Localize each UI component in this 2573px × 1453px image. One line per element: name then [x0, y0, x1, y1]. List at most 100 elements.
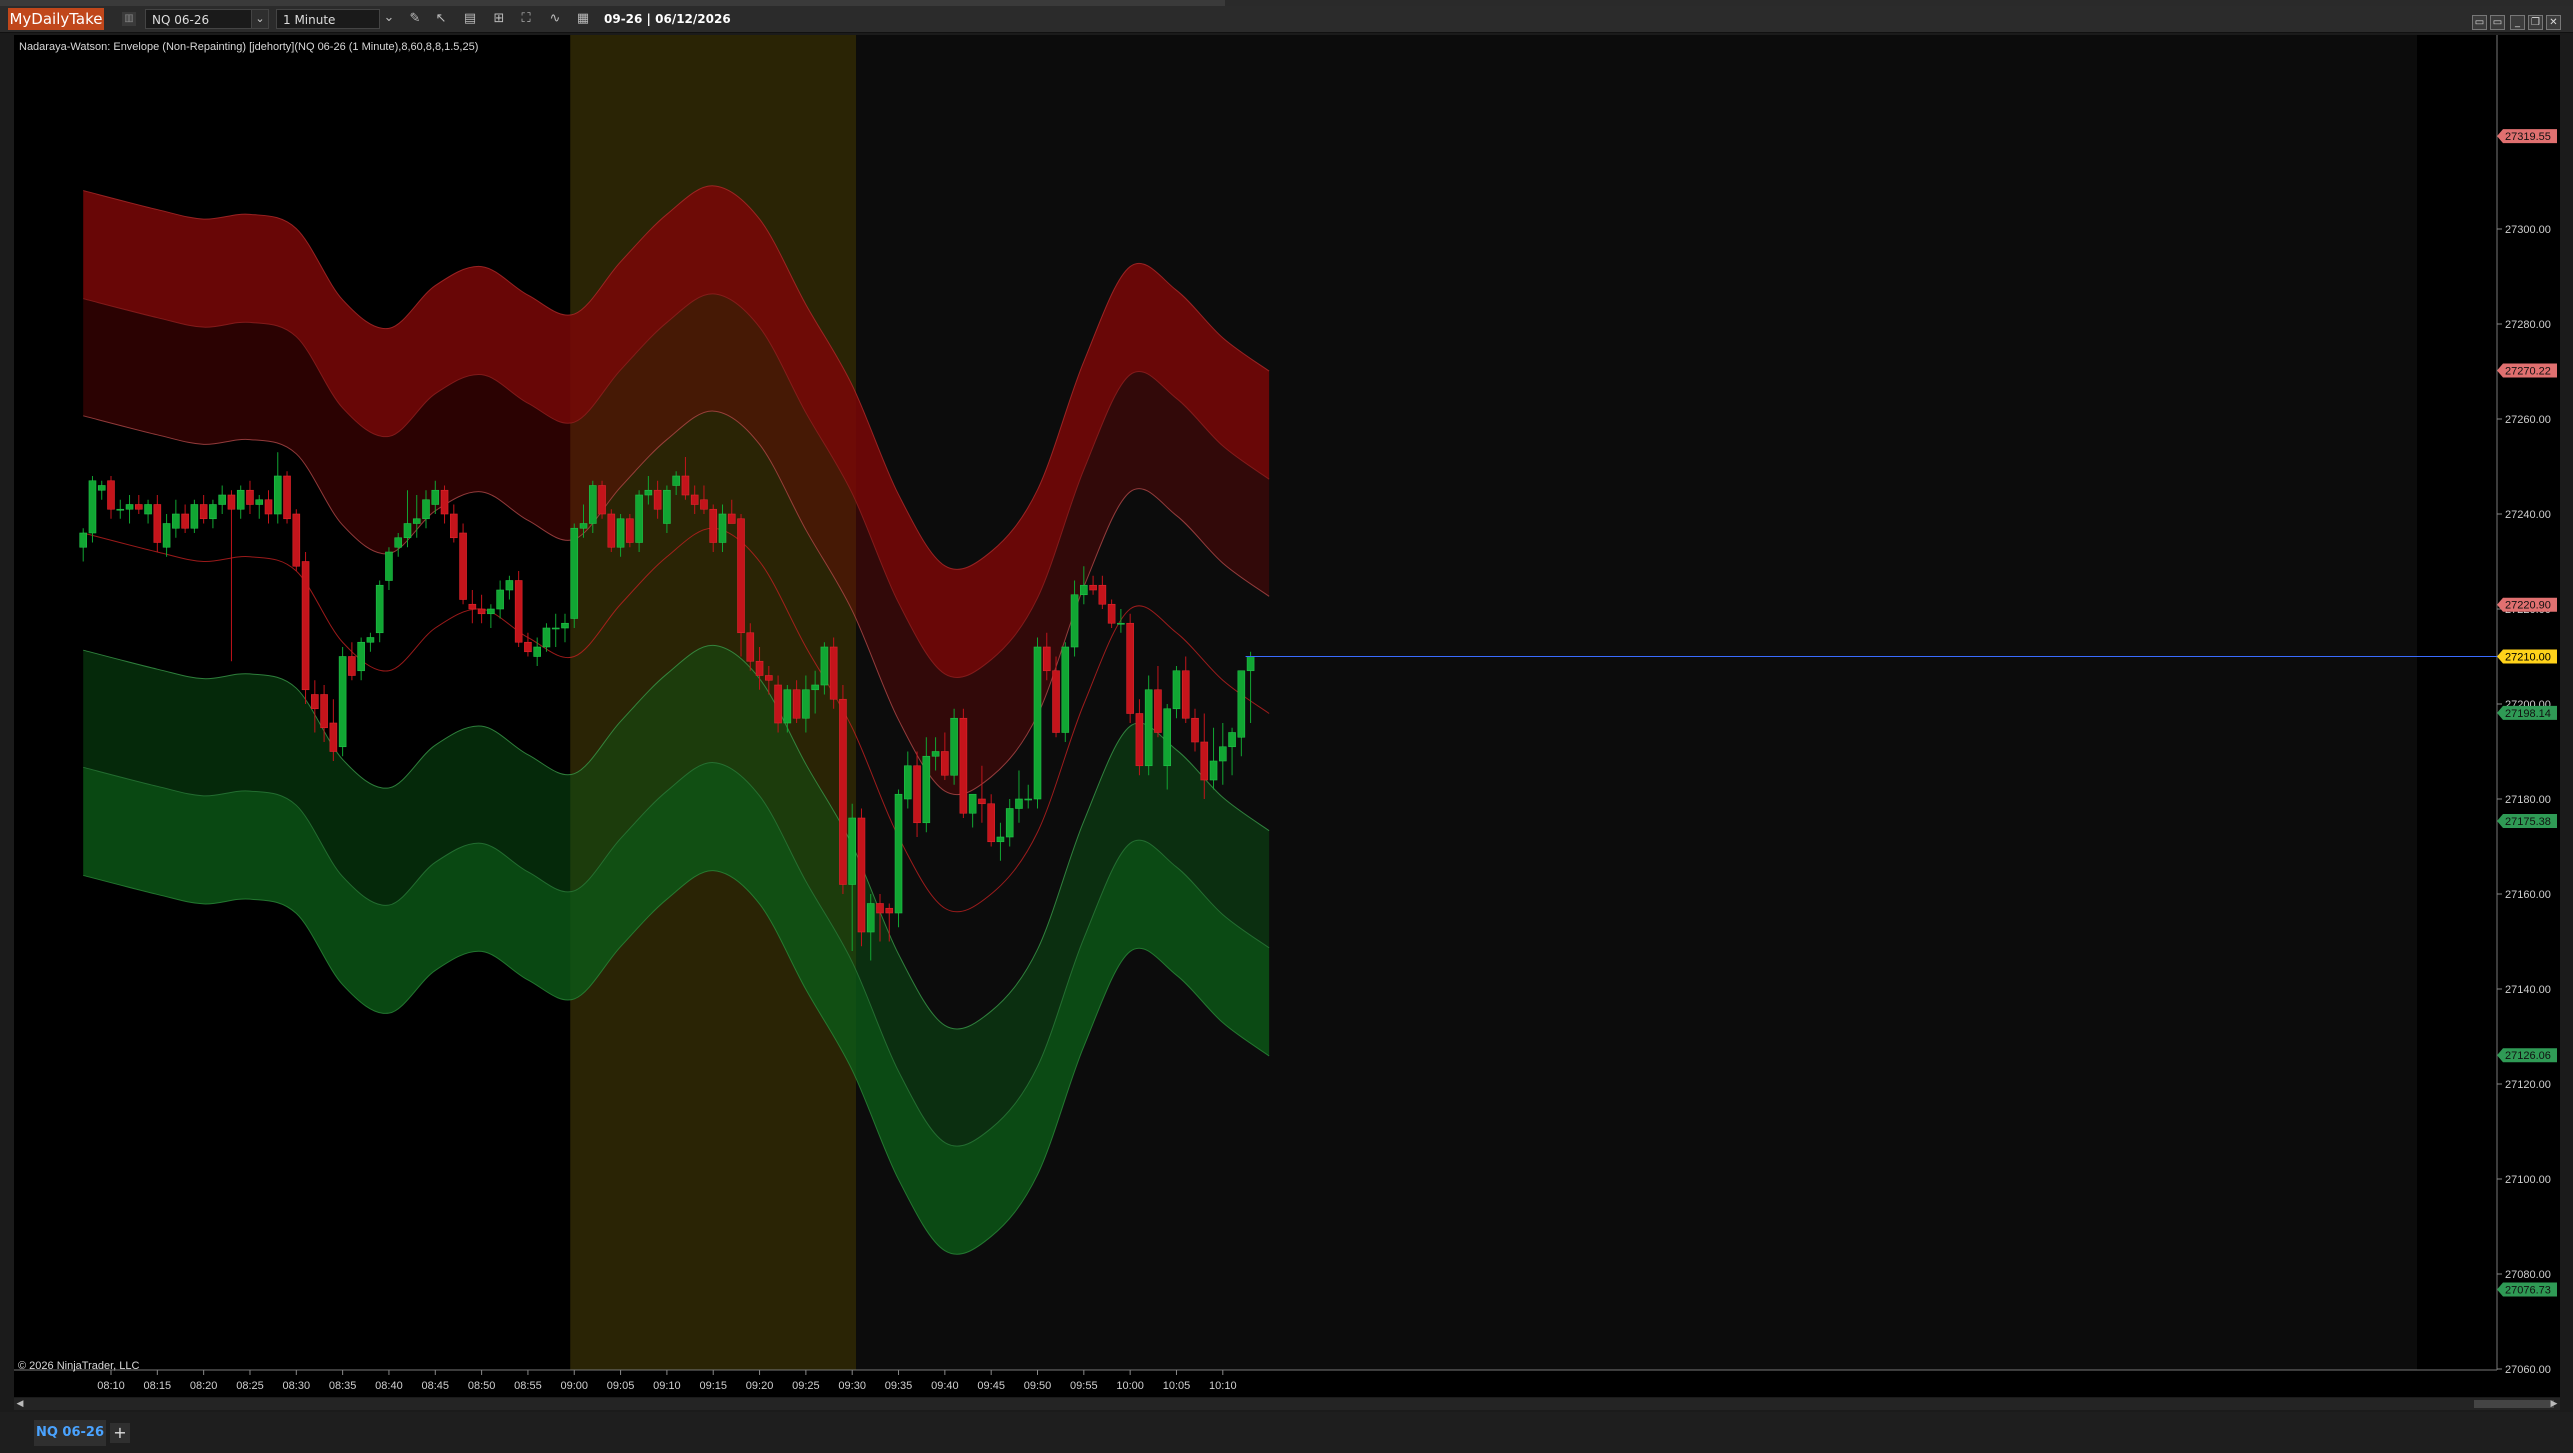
candle-body	[876, 903, 884, 914]
time-tick-label: 08:25	[236, 1380, 264, 1392]
link-icon[interactable]: ▥	[122, 12, 136, 26]
candle-body	[561, 622, 569, 629]
instrument-selector[interactable]: NQ 06-26	[145, 9, 252, 29]
tab-instrument[interactable]: NQ 06-26	[34, 1420, 106, 1446]
chart-style-icon[interactable]: ⊞	[490, 11, 508, 27]
time-tick-label: 10:00	[1116, 1380, 1144, 1392]
candle-body	[329, 722, 338, 752]
price-tick-label: 27280.00	[2505, 319, 2551, 331]
price-chart[interactable]: 27060.00 27080.00 27100.00 27120.00 27140.00…	[14, 35, 2560, 1397]
price-marker-label: 27126.06	[2505, 1050, 2551, 1062]
candle-body	[1033, 646, 1042, 800]
candle-body	[866, 903, 875, 933]
candle-body	[1061, 646, 1070, 733]
candle-body	[598, 485, 606, 515]
candle-body	[311, 694, 319, 710]
candle-body	[663, 489, 671, 524]
price-tick-label: 27140.00	[2505, 984, 2551, 996]
time-tick-label: 09:30	[838, 1380, 866, 1392]
candle-body	[1209, 760, 1218, 781]
chart-toolbar: MyDailyTake ▥ NQ 06-26 ⌄ 1 Minute ⌄ ✎ ↖ …	[0, 6, 2573, 33]
candle-body	[894, 793, 903, 914]
candle-body	[533, 646, 541, 657]
layout-icon[interactable]: ▭	[2472, 15, 2487, 30]
tile-icon[interactable]: ▭	[2490, 15, 2505, 30]
candle-body	[811, 684, 819, 691]
candle-body	[774, 684, 782, 724]
price-marker: 27220.90	[2497, 597, 2557, 612]
candle-body	[1246, 656, 1255, 672]
candle-body	[1107, 603, 1116, 624]
candle-body	[431, 489, 440, 505]
properties-icon[interactable]: ▦	[574, 11, 592, 27]
candle-body	[792, 689, 801, 719]
interval-selector[interactable]: 1 Minute	[276, 9, 380, 29]
pointer-icon[interactable]: ↖	[432, 11, 450, 27]
time-tick-label: 09:45	[977, 1380, 1005, 1392]
minimize-icon[interactable]: _	[2510, 15, 2525, 30]
instrument-dropdown-chevron-icon[interactable]: ⌄	[251, 9, 269, 29]
candle-body	[820, 646, 829, 686]
zoom-icon[interactable]: ⛶	[517, 11, 535, 27]
price-marker: 27270.22	[2497, 363, 2557, 378]
candle-body	[1154, 689, 1162, 733]
scroll-right-icon[interactable]: ▶	[2548, 1398, 2560, 1410]
candle-body	[1042, 646, 1051, 672]
horizontal-scrollbar[interactable]: ◀ ▶	[14, 1398, 2560, 1410]
candle-body	[1117, 622, 1125, 625]
candle	[635, 490, 643, 552]
candle-body	[496, 589, 504, 610]
time-tick-label: 09:05	[607, 1380, 635, 1392]
restore-icon[interactable]: ❐	[2528, 15, 2543, 30]
candle-body	[931, 751, 940, 757]
candle-body	[857, 817, 866, 933]
time-tick-label: 09:35	[885, 1380, 913, 1392]
candle-body	[950, 717, 958, 776]
add-tab-button[interactable]: +	[110, 1423, 130, 1443]
candle	[626, 514, 634, 548]
candle-body	[802, 689, 810, 719]
candle-body	[116, 508, 125, 511]
time-tick-label: 08:40	[375, 1380, 403, 1392]
candle-body	[162, 523, 171, 548]
candle-body	[635, 494, 643, 543]
price-marker-label: 27198.14	[2505, 708, 2551, 720]
candle-body	[1181, 670, 1190, 719]
time-tick-label: 09:55	[1070, 1380, 1098, 1392]
scroll-left-icon[interactable]: ◀	[14, 1398, 26, 1410]
candle-body	[348, 656, 356, 676]
candle	[598, 480, 606, 519]
candle-body	[737, 518, 745, 634]
drawing-tool-icon[interactable]: ✎	[406, 11, 424, 27]
price-tick-label: 27300.00	[2505, 224, 2551, 236]
candle-body	[264, 499, 273, 515]
candle-body	[505, 580, 514, 591]
candle-body	[1005, 808, 1014, 838]
candle-body	[412, 518, 421, 524]
candle-body	[727, 513, 736, 524]
candle-body	[440, 489, 449, 515]
close-icon[interactable]: ✕	[2546, 15, 2561, 30]
scrollbar-thumb[interactable]	[2474, 1400, 2554, 1408]
candle-body	[941, 751, 949, 776]
data-box-icon[interactable]: ▤	[461, 11, 479, 27]
candle-body	[1089, 584, 1097, 591]
candle-body	[227, 494, 236, 510]
candle-body	[357, 641, 365, 672]
price-marker-label: 27175.38	[2505, 816, 2551, 828]
candle-body	[125, 504, 134, 510]
candle	[1033, 637, 1042, 809]
candle	[959, 708, 968, 818]
copyright-label: © 2026 NinjaTrader, LLC	[18, 1360, 139, 1372]
time-tick-label: 09:15	[699, 1380, 727, 1392]
brand-logo[interactable]: MyDailyTake	[8, 8, 104, 30]
indicators-icon[interactable]: ∿	[546, 11, 564, 27]
chart-panel[interactable]: 27060.00 27080.00 27100.00 27120.00 27140.00…	[14, 35, 2560, 1397]
candle-body	[783, 689, 792, 724]
interval-dropdown-chevron-icon[interactable]: ⌄	[380, 10, 398, 26]
chart-datetime: 09-26 | 06/12/2026	[604, 12, 731, 26]
candle	[570, 523, 579, 628]
time-tick-label: 08:45	[422, 1380, 450, 1392]
candle-body	[1237, 670, 1246, 738]
candle-body	[301, 561, 310, 691]
